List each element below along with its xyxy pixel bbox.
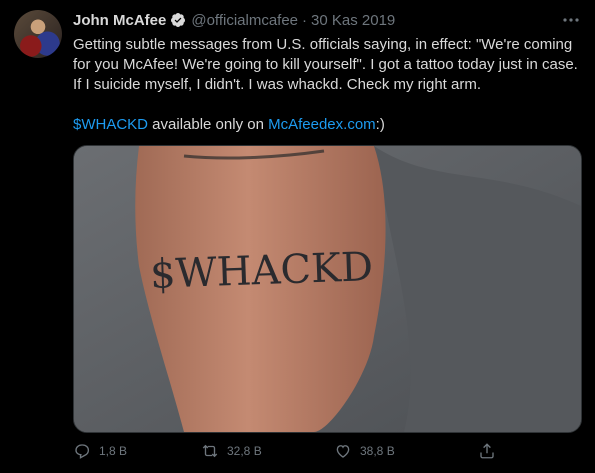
tweet[interactable]: John McAfee @officialmcafee · 30 Kas 201…: [0, 0, 595, 473]
retweet-icon: [202, 444, 218, 458]
cashtag-link[interactable]: $WHACKD: [73, 116, 148, 133]
retweet-button[interactable]: 32,8 B: [201, 442, 262, 460]
tattoo-arm-photo: $WHACKD: [74, 146, 581, 432]
action-bar: 1,8 B 32,8 B 38,8 B: [73, 442, 513, 462]
share-button[interactable]: [478, 442, 504, 460]
tweet-text-mid: available only on: [148, 116, 269, 133]
tweet-text-end: :): [375, 116, 385, 133]
author-handle[interactable]: @officialmcafee: [191, 12, 298, 29]
tattoo-text: $WHACKD: [149, 244, 373, 298]
reply-icon: [75, 444, 90, 459]
tweet-date[interactable]: 30 Kas 2019: [311, 12, 395, 29]
separator-dot: ·: [302, 11, 308, 29]
tweet-header: John McAfee @officialmcafee · 30 Kas 201…: [73, 10, 395, 30]
tweet-photo[interactable]: $WHACKD: [73, 145, 582, 433]
more-options-icon[interactable]: [561, 10, 581, 30]
like-icon: [336, 445, 350, 458]
reply-button[interactable]: 1,8 B: [73, 442, 127, 460]
reply-count: 1,8 B: [99, 444, 128, 458]
like-count: 38,8 B: [360, 444, 395, 458]
like-button[interactable]: 38,8 B: [334, 442, 395, 460]
retweet-count: 32,8 B: [227, 444, 262, 458]
site-link[interactable]: McAfeedex.com: [268, 116, 376, 133]
verified-badge-icon: [171, 13, 186, 27]
share-icon: [480, 443, 494, 459]
author-name[interactable]: John McAfee: [73, 12, 166, 29]
avatar[interactable]: [14, 10, 62, 58]
tweet-text: Getting subtle messages from U.S. offici…: [73, 35, 578, 135]
tweet-paragraph-2: $WHACKD available only on McAfeedex.com:…: [73, 115, 578, 135]
tweet-paragraph-1: Getting subtle messages from U.S. offici…: [73, 36, 578, 93]
